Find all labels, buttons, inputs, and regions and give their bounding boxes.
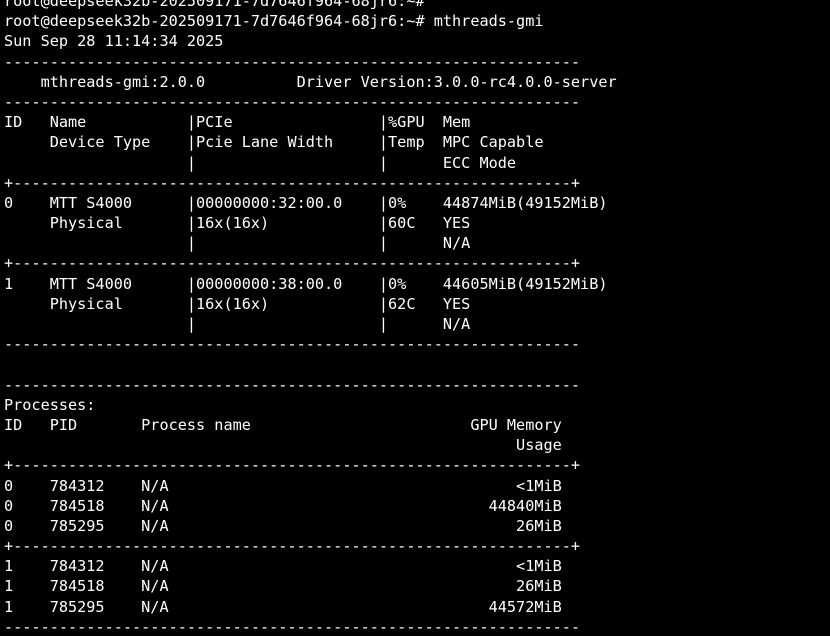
terminal-line: ----------------------------------------… xyxy=(4,617,581,636)
terminal-line: mthreads-gmi:2.0.0 Driver Version:3.0.0-… xyxy=(4,72,617,91)
terminal-line: 0 785295 N/A 26MiB xyxy=(4,516,562,535)
terminal-line: 1 MTT S4000 |00000000:38:00.0 |0% 44605M… xyxy=(4,274,608,293)
terminal-line: Device Type |Pcie Lane Width |Temp MPC C… xyxy=(4,133,544,152)
terminal-line: 0 784518 N/A 44840MiB xyxy=(4,496,562,515)
terminal-line: 1 784518 N/A 26MiB xyxy=(4,577,562,596)
terminal-line: | | N/A xyxy=(4,315,471,333)
terminal-line: ID PID Process name GPU Memory xyxy=(4,415,562,434)
terminal-line: 0 784312 N/A <1MiB xyxy=(4,476,562,495)
terminal-line: 1 785295 N/A 44572MiB xyxy=(4,597,562,616)
terminal-line: ----------------------------------------… xyxy=(4,92,581,111)
terminal-line: ----------------------------------------… xyxy=(4,335,581,354)
terminal-line: root@deepseek32b-202509171-7d7646f964-68… xyxy=(4,12,544,31)
terminal-output: root@deepseek32b-202509171-7d7646f964-68… xyxy=(4,0,830,636)
terminal-line: ----------------------------------------… xyxy=(4,52,581,71)
terminal-line: Processes: xyxy=(4,395,96,414)
terminal-line: +---------------------------------------… xyxy=(4,456,581,475)
terminal-line: Physical |16x(16x) |60C YES xyxy=(4,214,471,233)
terminal-line: Usage xyxy=(4,436,562,455)
terminal-line: | | N/A xyxy=(4,234,471,253)
terminal-line: +---------------------------------------… xyxy=(4,173,581,192)
terminal-line: +---------------------------------------… xyxy=(4,254,581,273)
terminal-line: Sun Sep 28 11:14:34 2025 xyxy=(4,32,224,51)
terminal-line: | | ECC Mode xyxy=(4,153,517,172)
terminal-line: root@deepseek32b-202509171-7d7646f964-68… xyxy=(4,0,425,10)
terminal-line: 0 MTT S4000 |00000000:32:00.0 |0% 44874M… xyxy=(4,193,608,212)
terminal-line: 1 784312 N/A <1MiB xyxy=(4,557,562,576)
terminal-line: +---------------------------------------… xyxy=(4,537,581,556)
terminal-line: ID Name |PCIe |%GPU Mem xyxy=(4,113,471,132)
terminal-window[interactable]: root@deepseek32b-202509171-7d7646f964-68… xyxy=(0,0,830,636)
terminal-line: ----------------------------------------… xyxy=(4,375,581,394)
terminal-line: Physical |16x(16x) |62C YES xyxy=(4,294,471,313)
